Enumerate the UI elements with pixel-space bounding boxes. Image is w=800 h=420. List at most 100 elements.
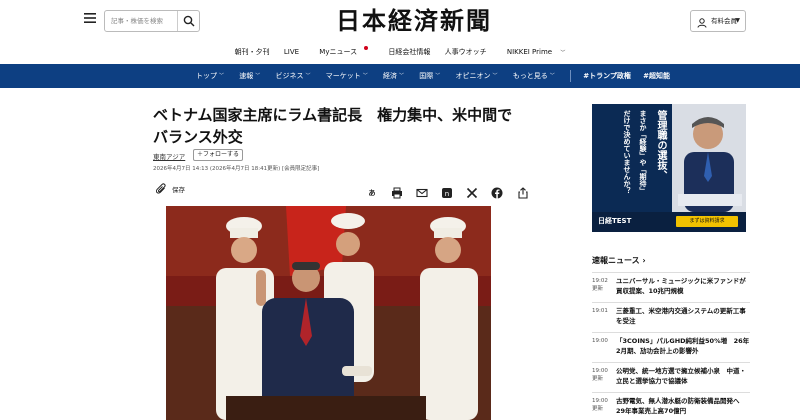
news-item[interactable]: 19:00 更新 公明党、統一地方選で擁立候補小泉 中道・立民と選挙協力で協議体 — [592, 362, 750, 392]
ad-background-illustration — [592, 104, 746, 232]
print-icon[interactable] — [391, 187, 403, 199]
site-header: 日本経済新聞 有料会員 ▼ — [0, 0, 800, 42]
nav-item-business[interactable]: ビジネス ﹀ — [276, 64, 311, 88]
nav-label-top: トップ — [196, 72, 217, 80]
chevron-right-icon: › — [642, 256, 646, 265]
ad-cta-button[interactable]: まずは資料請求 — [676, 216, 738, 227]
news-item[interactable]: 19:02 更新 ユニバーサル・ミュージックに米ファンドが買収提案、10兆円規模 — [592, 272, 750, 302]
ad-copy-line1: 管理職の選抜、 — [655, 110, 666, 180]
news-title[interactable]: 三菱重工、米空港内交通システムの更新工事を受注 — [616, 306, 750, 326]
chevron-down-icon: ﹀ — [219, 73, 225, 79]
news-time-value: 19:01 — [592, 308, 608, 314]
news-time: 19:00 更新 — [592, 397, 616, 413]
news-item[interactable]: 19:00 「3COINS」パルGHD純利益50%増 26年2月期、劢功会計上の… — [592, 332, 750, 362]
nav-item-opinion[interactable]: オピニオン ﹀ — [456, 64, 498, 88]
follow-button[interactable]: ＋フォローする — [193, 149, 243, 161]
subnav-item-my-news[interactable]: Myニュース — [313, 44, 374, 60]
user-icon — [697, 16, 707, 36]
font-size-icon[interactable]: あ — [366, 187, 378, 199]
ad-brand: 日経TEST — [598, 217, 632, 225]
chevron-down-icon: ﹀ — [549, 73, 555, 79]
nav-item-breaking[interactable]: 速報 ﹀ — [239, 64, 260, 88]
news-title[interactable]: ユニバーサル・ミュージックに米ファンドが買収提案、10兆円規模 — [616, 276, 750, 296]
search-input[interactable] — [105, 11, 177, 31]
subnav-item-company-info[interactable]: 日経会社情報 — [388, 44, 430, 60]
nav-label-opinion: オピニオン — [455, 72, 491, 80]
subnav-item-morning-evening[interactable]: 朝刊・夕刊 — [235, 44, 270, 60]
chevron-down-icon: ﹀ — [255, 73, 261, 79]
search-icon[interactable] — [177, 11, 199, 31]
news-title[interactable]: 公明党、統一地方選で擁立候補小泉 中道・立民と選挙協力で協議体 — [616, 366, 750, 386]
nav-tag-trump[interactable]: #トランプ政権 — [583, 64, 631, 88]
sub-navigation: 朝刊・夕刊 LIVE Myニュース 日経会社情報 人事ウオッチ NIKKEI P… — [0, 44, 800, 60]
search-box — [104, 10, 200, 32]
nav-item-international[interactable]: 国際 ﹀ — [419, 64, 440, 88]
nikkei-prime-label: NIKKEI Prime — [506, 48, 553, 56]
my-news-label: Myニュース — [319, 48, 358, 56]
nav-label-economy: 経済 — [383, 72, 397, 80]
nav-label-breaking: 速報 — [239, 72, 254, 80]
topic-link[interactable]: 東南アジア — [153, 151, 185, 161]
news-time: 19:02 更新 — [592, 277, 616, 293]
facebook-icon[interactable] — [491, 187, 503, 199]
news-item[interactable]: 19:00 更新 古野電気、無人潜水艇の防衛装備品開発へ 29年事業売上高70億円 — [592, 392, 750, 420]
svg-text:n: n — [445, 190, 449, 198]
news-time: 19:01 — [592, 307, 616, 315]
news-time-value: 19:00 — [592, 368, 608, 374]
article-photo-illustration — [166, 206, 491, 420]
member-menu-button[interactable]: 有料会員 ▼ — [690, 10, 746, 32]
nav-item-economy[interactable]: 経済 ﹀ — [383, 64, 404, 88]
news-updated-label: 更新 — [592, 286, 604, 292]
subnav-item-nikkei-prime[interactable]: NIKKEI Prime ﹀ — [501, 44, 566, 61]
breaking-news-list: 19:02 更新 ユニバーサル・ミュージックに米ファンドが買収提案、10兆円規模 … — [592, 272, 750, 420]
ad-copy-line3: だけで決めていませんか？ — [623, 110, 631, 194]
breaking-news-label: 速報ニュース — [592, 256, 640, 265]
nav-item-more[interactable]: もっと見る ﹀ — [513, 64, 555, 88]
share-icon[interactable] — [517, 186, 529, 199]
news-updated-label: 更新 — [592, 406, 604, 412]
paperclip-icon — [155, 183, 167, 197]
nav-label-business: ビジネス — [275, 72, 304, 80]
news-time: 19:00 — [592, 337, 616, 345]
share-toolbar: あ n — [366, 182, 537, 199]
site-logo[interactable]: 日本経済新聞 — [326, 6, 502, 36]
subnav-item-live[interactable]: LIVE — [284, 44, 299, 60]
nav-tag-superintelligence[interactable]: #超知能 — [643, 64, 670, 88]
chevron-down-icon: ﹀ — [435, 73, 441, 79]
nav-item-top[interactable]: トップ ﹀ — [196, 64, 224, 88]
follow-label: フォローする — [203, 151, 240, 158]
main-navigation: トップ ﹀ 速報 ﹀ ビジネス ﹀ マーケット ﹀ 経済 ﹀ 国際 ﹀ オピニオン ﹀ もっと… — [0, 64, 800, 88]
chevron-down-icon: ﹀ — [560, 50, 566, 56]
notification-dot — [364, 46, 369, 50]
chevron-down-icon: ﹀ — [399, 73, 405, 79]
news-title[interactable]: 「3COINS」パルGHD純利益50%増 26年2月期、劢功会計上の影響外 — [616, 336, 750, 356]
article-headline: ベトナム国家主席にラム書記長 権力集中、米中間でバランス外交 — [153, 106, 513, 146]
nav-item-market[interactable]: マーケット ﹀ — [326, 64, 368, 88]
chevron-down-icon: ﹀ — [362, 73, 368, 79]
news-item[interactable]: 19:01 三菱重工、米空港内交通システムの更新工事を受注 — [592, 302, 750, 332]
chevron-down-icon: ﹀ — [305, 73, 311, 79]
x-icon[interactable] — [466, 187, 478, 199]
nav-divider — [570, 70, 571, 82]
caret-down-icon: ▼ — [735, 17, 740, 24]
ad-copy-line2: まさか「経験」や「期待」 — [639, 110, 647, 194]
note-icon[interactable]: n — [441, 187, 453, 199]
member-label: 有料会員 — [711, 17, 737, 25]
news-time-value: 19:00 — [592, 338, 608, 344]
chevron-down-icon: ﹀ — [492, 73, 498, 79]
news-updated-label: 更新 — [592, 376, 604, 382]
nav-label-market: マーケット — [325, 72, 361, 80]
breaking-news-heading[interactable]: 速報ニュース › — [592, 255, 646, 266]
save-label: 保存 — [172, 186, 185, 194]
nav-label-more: もっと見る — [512, 72, 548, 80]
mail-icon[interactable] — [416, 187, 428, 199]
news-time-value: 19:02 — [592, 278, 608, 284]
article-dateline: 2026年4月7日 14:13 (2026年4月7日 18:41更新) [会員限… — [153, 166, 320, 172]
news-title[interactable]: 古野電気、無人潜水艇の防衛装備品開発へ 29年事業売上高70億円 — [616, 396, 750, 416]
news-time-value: 19:00 — [592, 398, 608, 404]
article-photo — [166, 206, 491, 420]
subnav-item-personnel-watch[interactable]: 人事ウオッチ — [445, 44, 487, 60]
menu-icon[interactable] — [82, 12, 98, 28]
news-time: 19:00 更新 — [592, 367, 616, 383]
sidebar-advertisement[interactable]: 管理職の選抜、 まさか「経験」や「期待」 だけで決めていませんか？ 日経TEST… — [592, 104, 746, 232]
